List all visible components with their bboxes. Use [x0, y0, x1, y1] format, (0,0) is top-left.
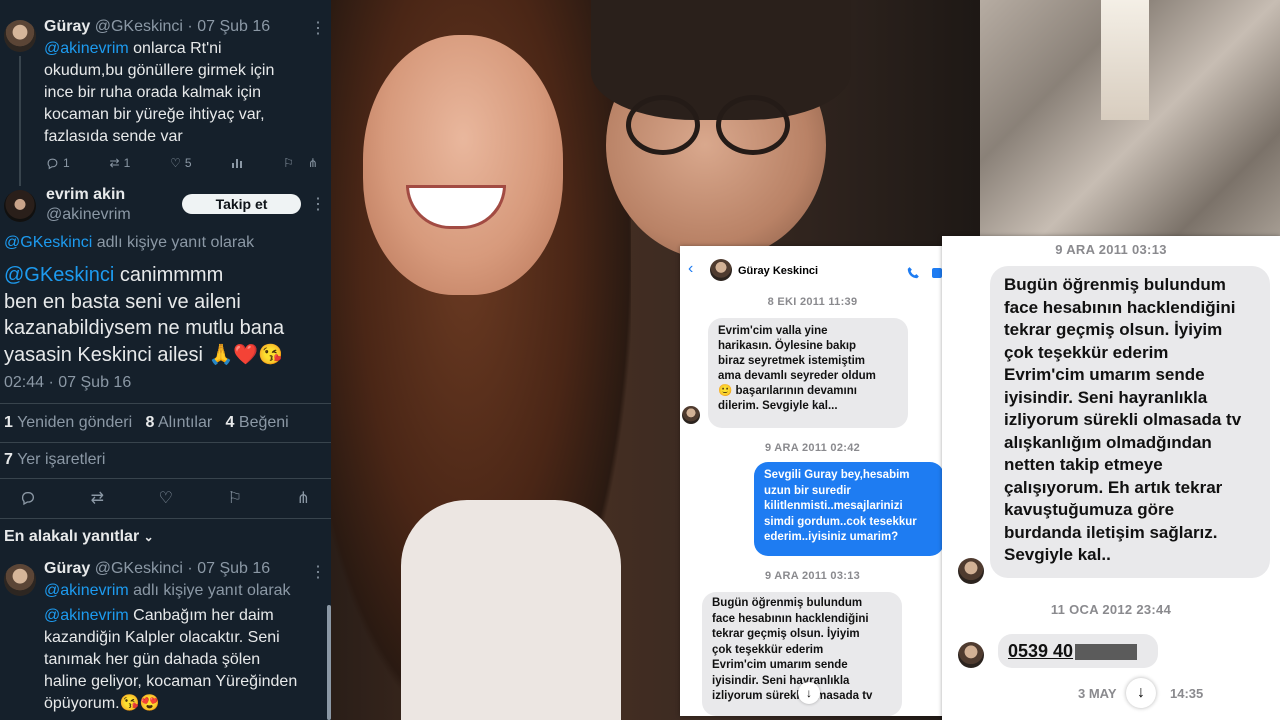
- divider: [0, 478, 331, 479]
- follow-button[interactable]: Takip et: [182, 194, 301, 214]
- retweet-icon: ⇄: [109, 156, 120, 170]
- chat-screenshot-2: 9 ARA 2011 03:13 Bugün öğrenmiş bulundum…: [942, 236, 1280, 720]
- bookmark-button[interactable]: ⚐: [228, 488, 242, 508]
- reply-context: @GKeskinci adlı kişiye yanıt olarak: [4, 234, 255, 251]
- reply-icon: [21, 492, 34, 506]
- tweet-stats: 1 Yeniden gönderi 8 Alıntılar 4 Beğeni: [4, 414, 289, 432]
- person-left-face: [363, 35, 563, 295]
- chevron-down-icon: ⌄: [143, 530, 154, 544]
- reposts-stat[interactable]: 1 Yeniden gönderi: [4, 414, 132, 431]
- heart-icon: ♡: [170, 156, 181, 170]
- phone-icon[interactable]: [906, 266, 920, 280]
- author-handle[interactable]: @GKeskinci: [95, 560, 183, 577]
- more-icon[interactable]: ⋮: [310, 18, 326, 38]
- share-icon: ⋔: [296, 490, 310, 507]
- avatar-evrim[interactable]: [4, 190, 36, 222]
- quotes-stat[interactable]: 8 Alıntılar: [145, 414, 212, 431]
- mention-link[interactable]: @GKeskinci: [4, 264, 114, 286]
- retweet-icon: ⇄: [90, 490, 105, 507]
- main-tweet-actions: ⇄ ♡ ⚐ ⋔: [20, 488, 310, 508]
- author-handle[interactable]: @GKeskinci: [95, 18, 183, 35]
- redacted-block: [1075, 644, 1138, 661]
- author-name[interactable]: Güray: [44, 18, 90, 35]
- tweet-date[interactable]: · 07 Şub 16: [187, 560, 270, 577]
- reply-icon: [47, 158, 58, 169]
- tweet-text: @akinevrim onlarca Rt'ni okudum,bu gönül…: [44, 40, 275, 145]
- contact-name[interactable]: Güray Keskinci: [738, 265, 818, 277]
- phone-number-bubble[interactable]: 0539 40: [998, 634, 1158, 668]
- share-button[interactable]: ⋔: [297, 488, 310, 508]
- share-icon[interactable]: ⋔: [308, 156, 318, 170]
- message-bubble-in: Bugün öğrenmiş bulundum face hesabının ha…: [990, 266, 1270, 578]
- glasses: [626, 95, 700, 155]
- avatar-guray[interactable]: [4, 564, 36, 596]
- bookmark-icon: ⚐: [227, 490, 242, 507]
- likes-stat[interactable]: 4 Beğeni: [226, 414, 289, 431]
- avatar-guray[interactable]: [4, 20, 36, 52]
- like-button[interactable]: ♡ 5: [170, 156, 191, 170]
- video-icon[interactable]: [932, 268, 942, 278]
- more-icon[interactable]: ⋮: [310, 562, 326, 582]
- retweet-button[interactable]: ⇄ 1: [110, 156, 131, 170]
- heart-icon: ♡: [158, 490, 173, 507]
- mention-link[interactable]: @GKeskinci: [4, 234, 92, 251]
- thread-line: [19, 56, 21, 186]
- tweet-text: @akinevrim Canbağım her daim kazandiğin …: [44, 607, 298, 712]
- more-icon[interactable]: ⋮: [310, 194, 326, 214]
- divider: [0, 442, 331, 443]
- reply-context: @akinevrim adlı kişiye yanıt olarak: [44, 582, 291, 599]
- author-handle[interactable]: @akinevrim: [46, 206, 131, 224]
- bookmarks-stat[interactable]: 7 Yer işaretleri: [4, 451, 105, 469]
- mention-link[interactable]: @akinevrim: [44, 607, 129, 624]
- divider: [0, 403, 331, 404]
- scroll-down-arrow-icon[interactable]: ↓: [798, 682, 820, 704]
- wall-light: [1101, 0, 1149, 120]
- like-button[interactable]: ♡: [159, 488, 173, 508]
- author-name[interactable]: evrim akin: [46, 186, 125, 204]
- tweet-date[interactable]: · 07 Şub 16: [187, 18, 270, 35]
- message-bubble-in: Evrim'cim valla yine harikasın. Öylesine …: [708, 318, 908, 428]
- contact-avatar[interactable]: [710, 259, 732, 281]
- mention-link[interactable]: @akinevrim: [44, 40, 129, 57]
- bookmark-icon[interactable]: ⚐: [283, 156, 294, 170]
- twitter-thread-panel: Güray @GKeskinci · 07 Şub 16 ⋮ @akinevri…: [0, 0, 331, 720]
- back-chevron-icon[interactable]: ‹: [688, 260, 693, 278]
- tweet-actions: 1 ⇄ 1 ♡ 5 ⚐ ⋔: [46, 156, 318, 170]
- reply-button[interactable]: 1: [46, 156, 70, 170]
- views-icon: [232, 159, 243, 168]
- retweet-button[interactable]: ⇄: [91, 488, 104, 508]
- author-name[interactable]: Güray: [44, 560, 90, 577]
- main-tweet-text: @GKeskinci canimmmm ben en basta seni ve…: [4, 264, 285, 366]
- views-button[interactable]: [231, 157, 243, 169]
- message-bubble-out: Sevgili Guray bey,hesabim uzun bir suredi…: [754, 462, 944, 556]
- mention-link[interactable]: @akinevrim: [44, 582, 129, 599]
- replies-sort-dropdown[interactable]: En alakalı yanıtlar ⌄: [4, 528, 154, 546]
- reply-button[interactable]: [20, 490, 36, 506]
- chat-screenshot-1: ‹ Güray Keskinci 8 EKI 2011 11:39 Evrim'…: [680, 246, 945, 716]
- scroll-down-arrow-icon[interactable]: ↓: [1126, 678, 1156, 708]
- tweet-timestamp[interactable]: 02:44 · 07 Şub 16: [4, 374, 131, 392]
- divider: [0, 518, 331, 519]
- contact-avatar: [958, 558, 984, 584]
